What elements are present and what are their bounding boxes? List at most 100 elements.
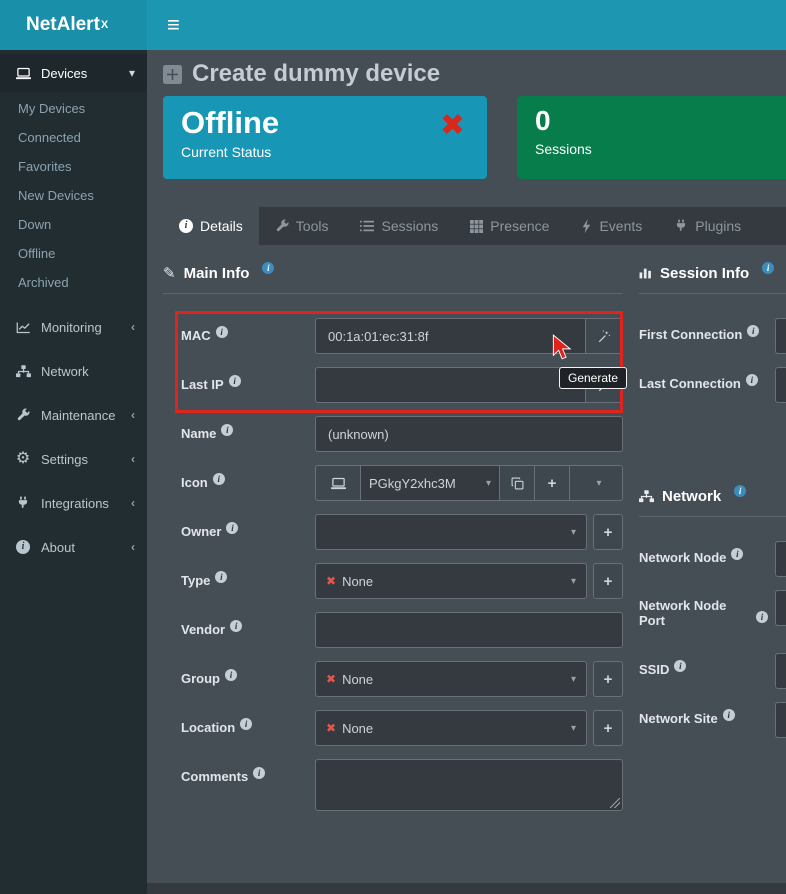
icon-label: Icon [181, 475, 208, 490]
tab-plugins[interactable]: Plugins [658, 207, 757, 245]
tab-sessions[interactable]: Sessions [344, 207, 454, 245]
add-owner-button[interactable]: + [593, 514, 623, 550]
sidebar-item-network[interactable]: Network [0, 349, 147, 393]
tab-presence[interactable]: Presence [454, 207, 565, 245]
chevron-left-icon: ‹ [125, 320, 135, 334]
brand-text: NetAlert [26, 14, 100, 36]
magic-wand-icon [598, 379, 611, 392]
icon-select[interactable]: PGkgY2xhc3M ▾ [360, 465, 500, 501]
location-select[interactable]: ✖ None ▾ [315, 710, 587, 746]
laptop-icon [12, 67, 34, 80]
add-location-button[interactable]: + [593, 710, 623, 746]
location-label: Location [181, 720, 235, 735]
icon-dropdown-button[interactable]: ▾ [569, 465, 623, 501]
sidebar-item-about[interactable]: i About ‹ [0, 525, 147, 569]
copy-icon-button[interactable] [499, 465, 535, 501]
generate-ip-button[interactable] [585, 367, 623, 403]
sitemap-icon [12, 365, 34, 378]
status-label: Current Status [181, 144, 469, 160]
chevron-down-icon: ▾ [123, 66, 135, 80]
field-row-comments: Commentsi [163, 759, 623, 811]
info-icon: i [756, 611, 768, 623]
network-node-port-input[interactable] [775, 590, 786, 626]
field-row-network-node-port: Network Node Porti [639, 590, 786, 640]
field-row-mac: MACi [163, 318, 623, 354]
chart-line-icon [12, 321, 34, 334]
sidebar-item-label: Network [41, 364, 89, 379]
sidebar-item-label: Monitoring [41, 320, 102, 335]
sidebar-item-devices[interactable]: Devices ▾ [0, 54, 147, 92]
top-navbar: NetAlertX ≡ [0, 0, 786, 50]
info-icon: i [240, 718, 252, 730]
spacer [639, 416, 786, 484]
network-site-input[interactable] [775, 702, 786, 738]
info-circle-icon: i [12, 540, 34, 554]
info-icon: i [221, 424, 233, 436]
network-site-label: Network Site [639, 711, 718, 726]
add-type-button[interactable]: + [593, 563, 623, 599]
add-group-button[interactable]: + [593, 661, 623, 697]
tab-events[interactable]: Events [565, 207, 658, 245]
devices-submenu: My Devices Connected Favorites New Devic… [0, 94, 147, 297]
last-ip-input[interactable] [315, 367, 586, 403]
vendor-input[interactable] [315, 612, 623, 648]
field-row-network-node: Network Nodei [639, 541, 786, 577]
field-row-type: Typei ✖ None ▾ + [163, 563, 623, 599]
plus-icon: + [604, 721, 613, 736]
info-icon: i [225, 669, 237, 681]
mac-input[interactable] [315, 318, 586, 354]
status-box-offline: Offline ✖ Current Status [163, 96, 487, 179]
info-icon: i [229, 375, 241, 387]
sidebar-subitem-favorites[interactable]: Favorites [0, 152, 147, 181]
comments-label: Comments [181, 769, 248, 784]
generate-mac-button[interactable] [585, 318, 623, 354]
sidebar-item-integrations[interactable]: Integrations ‹ [0, 481, 147, 525]
comments-textarea[interactable] [315, 759, 623, 811]
sidebar-subitem-my-devices[interactable]: My Devices [0, 94, 147, 123]
laptop-icon [331, 477, 346, 490]
spacer [639, 517, 786, 541]
session-network-section: Session Info i First Connectioni Last Co… [639, 261, 786, 811]
sidebar-item-maintenance[interactable]: Maintenance ‹ [0, 393, 147, 437]
sidebar-item-monitoring[interactable]: Monitoring ‹ [0, 305, 147, 349]
info-icon: i [230, 620, 242, 632]
main-info-section: ✎ Main Info i Generate MACi [163, 261, 623, 811]
group-select[interactable]: ✖ None ▾ [315, 661, 587, 697]
last-connection-input[interactable] [775, 367, 786, 403]
sidebar-subitem-new-devices[interactable]: New Devices [0, 181, 147, 210]
divider [163, 293, 623, 294]
name-input[interactable] [315, 416, 623, 452]
session-info-header: Session Info i [639, 261, 786, 285]
chevron-down-icon: ▾ [590, 478, 601, 489]
sidebar-subitem-connected[interactable]: Connected [0, 123, 147, 152]
page-title: Create dummy device [163, 60, 786, 88]
sidebar-subitem-offline[interactable]: Offline [0, 239, 147, 268]
field-row-icon: Iconi PGkgY2xhc3M ▾ [163, 465, 623, 501]
plus-icon: + [604, 672, 613, 687]
sidebar-subitem-archived[interactable]: Archived [0, 268, 147, 297]
chevron-left-icon: ‹ [125, 496, 135, 510]
owner-select[interactable]: ▾ [315, 514, 587, 550]
tab-tools[interactable]: Tools [259, 207, 345, 245]
first-connection-input[interactable] [775, 318, 786, 354]
add-icon-button[interactable]: + [534, 465, 570, 501]
plus-icon: + [604, 525, 613, 540]
tab-details[interactable]: i Details [163, 207, 259, 245]
sidebar-subitem-down[interactable]: Down [0, 210, 147, 239]
info-icon: i [213, 473, 225, 485]
menu-toggle-icon[interactable]: ≡ [167, 14, 180, 36]
network-node-input[interactable] [775, 541, 786, 577]
type-select[interactable]: ✖ None ▾ [315, 563, 587, 599]
network-header: Network i [639, 484, 786, 508]
icon-preview-button[interactable] [315, 465, 361, 501]
sidebar-item-settings[interactable]: ⚙ Settings ‹ [0, 437, 147, 481]
app-logo[interactable]: NetAlertX [0, 0, 147, 50]
plus-icon: + [548, 476, 557, 491]
sitemap-icon [639, 490, 654, 503]
info-icon: i [762, 262, 774, 274]
ssid-input[interactable] [775, 653, 786, 689]
status-box-sessions: 0 Sessions [517, 96, 786, 179]
last-connection-label: Last Connection [639, 376, 741, 391]
vendor-label: Vendor [181, 622, 225, 637]
chevron-down-icon: ▾ [565, 723, 576, 734]
